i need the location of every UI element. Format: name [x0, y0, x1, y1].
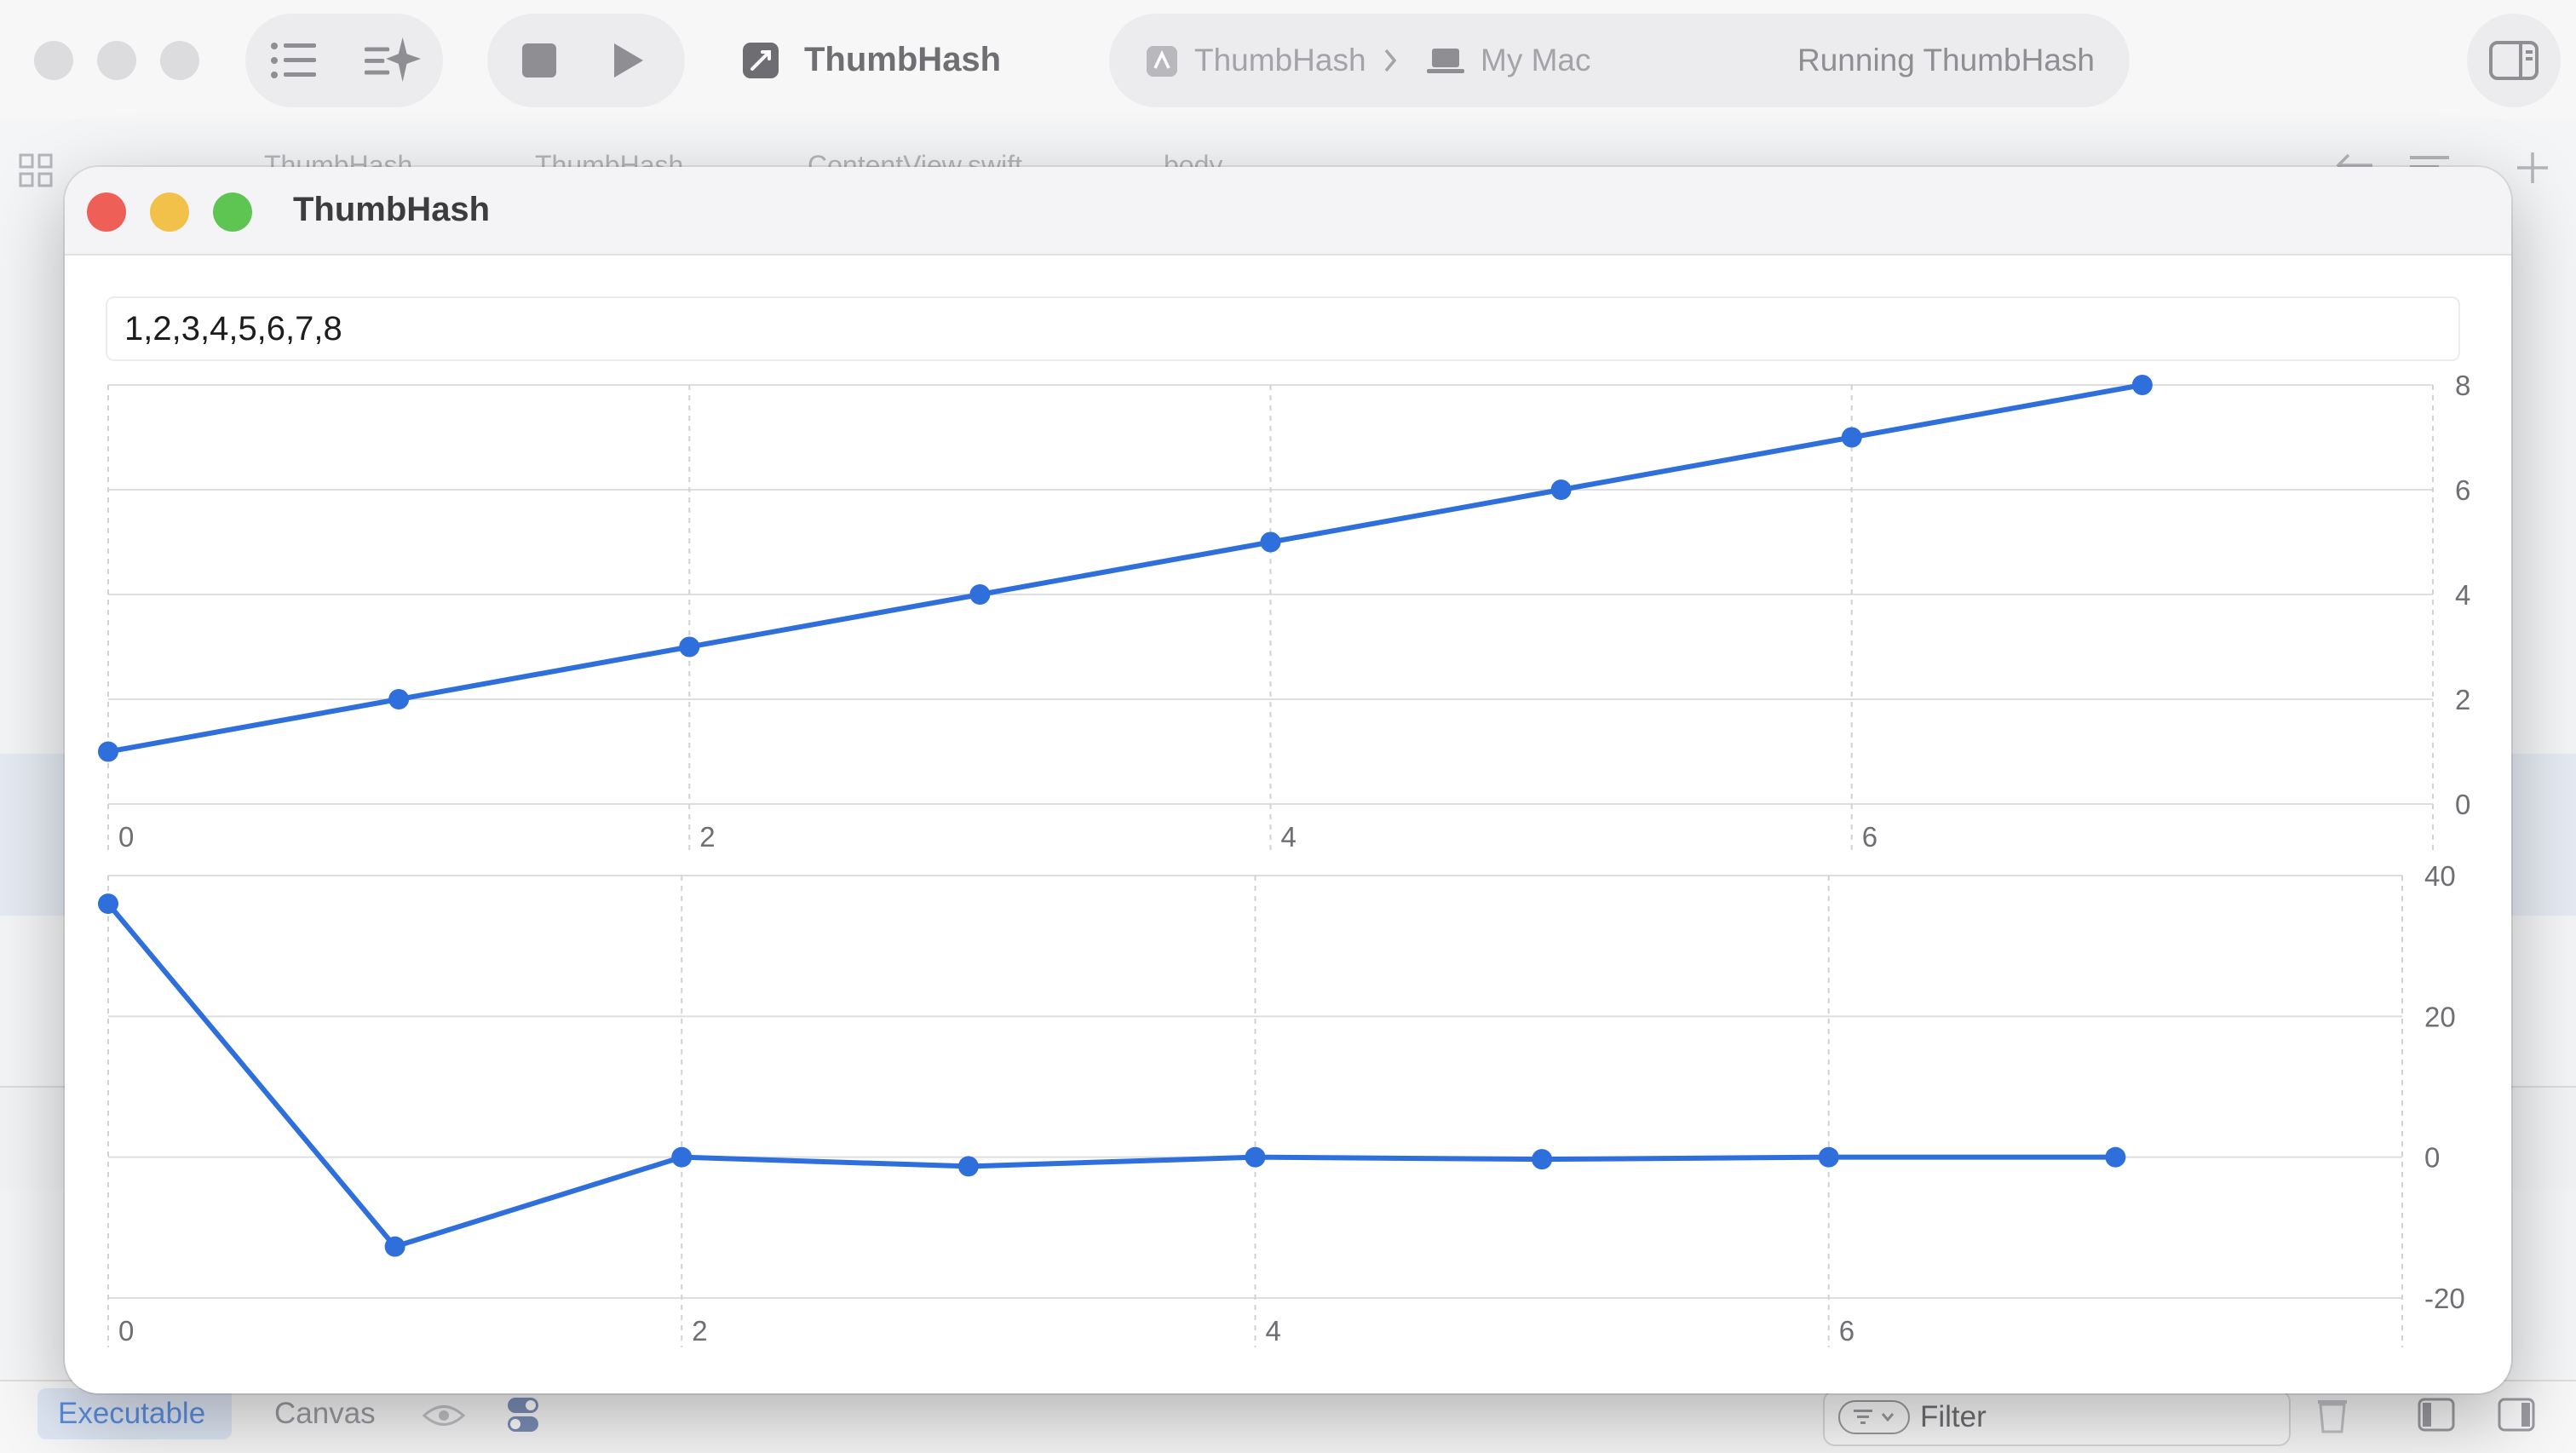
- canvas-tab[interactable]: Canvas: [274, 1397, 376, 1431]
- inspector-toggle-icon[interactable]: [2487, 37, 2540, 83]
- y-tick-label: 0: [2455, 789, 2470, 820]
- inspector-toggle-group: [2467, 14, 2561, 107]
- destination-target[interactable]: ThumbHash: [1194, 43, 1366, 78]
- data-point: [388, 689, 410, 709]
- data-point: [969, 584, 991, 605]
- navigator-buttons-group: [245, 14, 443, 107]
- x-tick-label: 4: [1266, 1315, 1281, 1347]
- series-line: [107, 382, 2143, 755]
- app-titlebar: ThumbHash: [65, 167, 2511, 256]
- left-panel-toggle-icon[interactable]: [2416, 1395, 2457, 1434]
- app-zoom-button[interactable]: [213, 192, 252, 232]
- data-point: [2131, 375, 2153, 395]
- y-tick-label: 2: [2455, 684, 2470, 715]
- input-values-chart: 0 2 4 6 8 0 2 4 6: [98, 370, 2470, 853]
- toggles-icon[interactable]: [504, 1395, 542, 1434]
- scheme-app-icon[interactable]: [739, 39, 782, 82]
- ai-assistant-icon[interactable]: [363, 32, 423, 89]
- executable-tab-label: Executable: [58, 1397, 206, 1430]
- data-point: [1260, 531, 1281, 553]
- xcode-toolbar: ThumbHash ThumbHash My Mac Running Thumb…: [0, 0, 2576, 119]
- x-tick-label: 4: [1281, 821, 1297, 853]
- executable-tab[interactable]: Executable: [37, 1388, 232, 1439]
- xcode-minimize-button[interactable]: [97, 41, 136, 80]
- y-tick-label: 40: [2424, 860, 2456, 892]
- destination-device[interactable]: My Mac: [1481, 43, 1591, 78]
- y-tick-label: 4: [2455, 579, 2470, 611]
- target-app-icon: [1145, 44, 1179, 78]
- trash-icon[interactable]: [2314, 1393, 2351, 1436]
- data-point: [1818, 1146, 1839, 1168]
- navigator-list-icon[interactable]: [267, 34, 320, 87]
- x-tick-label: 0: [118, 1315, 134, 1347]
- data-point: [957, 1156, 979, 1177]
- scheme-name[interactable]: ThumbHash: [804, 41, 1001, 79]
- right-panel-toggle-icon[interactable]: [2496, 1395, 2537, 1434]
- y-tick-label: -20: [2424, 1283, 2465, 1314]
- data-point: [384, 1236, 405, 1257]
- y-tick-label: 6: [2455, 474, 2470, 506]
- data-point: [98, 741, 118, 762]
- app-minimize-button[interactable]: [150, 192, 189, 232]
- y-tick-label: 8: [2455, 370, 2470, 401]
- run-icon[interactable]: [607, 39, 649, 82]
- filter-options-icon[interactable]: [1838, 1400, 1910, 1434]
- x-tick-label: 6: [1862, 821, 1877, 853]
- activity-view: ThumbHash My Mac Running ThumbHash: [1109, 14, 2130, 107]
- data-point: [679, 636, 700, 658]
- y-tick-label: 0: [2424, 1142, 2440, 1174]
- y-tick-label: 20: [2424, 1001, 2456, 1032]
- data-point: [98, 893, 118, 915]
- thumbhash-app-window: ThumbHash 0 2 4 6 8 0 2 4 6 -20 0 20 40 0 2 4 6: [65, 167, 2511, 1393]
- values-input[interactable]: [106, 296, 2460, 361]
- x-tick-label: 2: [699, 821, 715, 853]
- series-line: [106, 902, 2116, 1249]
- transform-coefficients-chart: -20 0 20 40 0 2 4 6: [98, 860, 2465, 1347]
- x-tick-label: 2: [692, 1315, 707, 1347]
- x-tick-label: 0: [118, 821, 134, 853]
- eye-icon[interactable]: [421, 1398, 467, 1433]
- stop-icon[interactable]: [518, 39, 561, 82]
- filter-field[interactable]: Filter: [1823, 1390, 2291, 1446]
- build-status-text: Running ThumbHash: [1797, 43, 2095, 78]
- data-point: [671, 1146, 693, 1168]
- run-controls-group: [487, 14, 685, 107]
- data-point: [1841, 427, 1862, 448]
- xcode-zoom-button[interactable]: [160, 41, 199, 80]
- data-point: [2105, 1146, 2126, 1168]
- xcode-close-button[interactable]: [34, 41, 73, 80]
- filter-placeholder: Filter: [1920, 1400, 1987, 1433]
- data-point: [1532, 1149, 1553, 1170]
- app-close-button[interactable]: [87, 192, 126, 232]
- chevron-right-icon: [1380, 46, 1400, 75]
- app-window-title: ThumbHash: [293, 191, 491, 228]
- data-point: [1245, 1146, 1266, 1168]
- data-point: [1550, 480, 1572, 500]
- grid-icon[interactable]: [17, 152, 55, 189]
- x-tick-label: 6: [1839, 1315, 1854, 1347]
- add-editor-icon[interactable]: [2513, 148, 2552, 187]
- laptop-icon: [1426, 46, 1465, 77]
